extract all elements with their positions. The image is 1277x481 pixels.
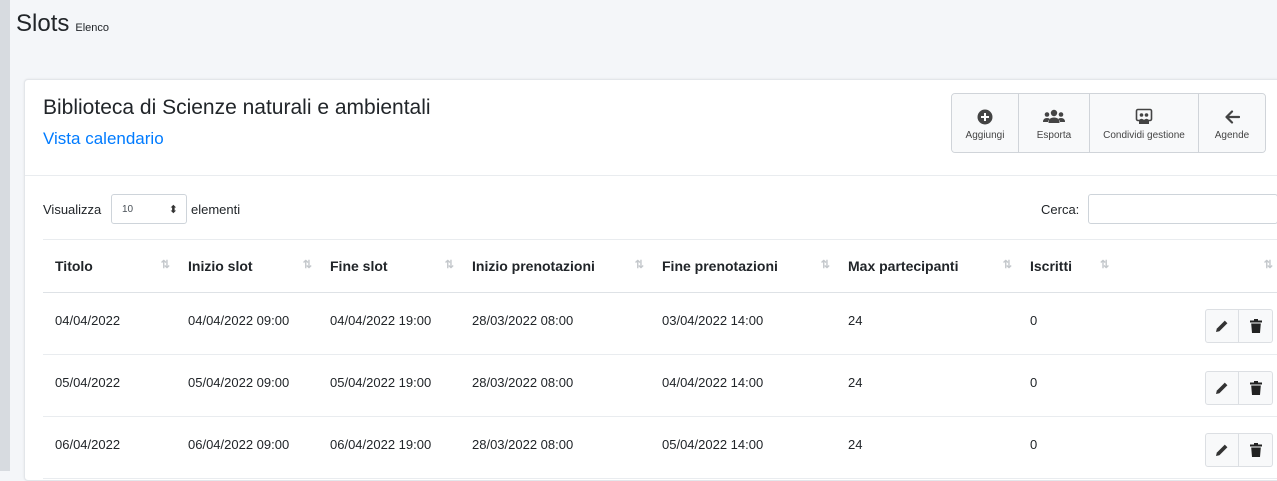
sort-icon: ⇅ <box>302 259 312 271</box>
cell-title: 05/04/2022 <box>43 354 176 417</box>
trash-icon <box>1249 380 1262 395</box>
column-header-slot-start[interactable]: Inizio slot ⇅ <box>176 239 318 293</box>
slots-card: Biblioteca di Scienze naturali e ambient… <box>24 79 1277 481</box>
plus-circle-icon <box>977 106 993 128</box>
cell-slot-start: 05/04/2022 09:00 <box>176 354 318 417</box>
table-controls: Visualizza 10 ⬍ elementi Cerca: <box>25 176 1277 238</box>
page-subtitle: Elenco <box>75 22 109 34</box>
table-row: 05/04/2022 05/04/2022 09:00 05/04/2022 1… <box>43 354 1277 417</box>
page-length-select[interactable]: 10 ⬍ <box>111 194 187 224</box>
column-header-actions[interactable]: ⇅ <box>1117 239 1277 293</box>
sort-icon: ⇅ <box>160 259 170 271</box>
page-length-value: 10 <box>122 203 134 215</box>
table-header-row: Titolo ⇅ Inizio slot ⇅ Fine slot ⇅ Inizio p… <box>43 239 1277 293</box>
search-input[interactable] <box>1088 194 1277 224</box>
cell-max-participants: 24 <box>836 292 1018 355</box>
page-title: Slots <box>16 10 70 37</box>
toolbar: Aggiungi Esporta Condividi gestione Agen… <box>951 93 1266 153</box>
export-button[interactable]: Esporta <box>1019 94 1090 152</box>
arrow-left-icon <box>1224 106 1240 128</box>
cell-title: 06/04/2022 <box>43 416 176 479</box>
cell-booking-end: 03/04/2022 14:00 <box>650 292 836 355</box>
calendar-view-link[interactable]: Vista calendario <box>43 129 164 149</box>
column-header-booking-end[interactable]: Fine prenotazioni ⇅ <box>650 239 836 293</box>
agendas-button-label: Agende <box>1214 129 1250 141</box>
cell-actions <box>1117 416 1277 479</box>
cell-slot-end: 05/04/2022 19:00 <box>318 354 460 417</box>
column-header-title[interactable]: Titolo ⇅ <box>43 239 176 293</box>
cell-slot-end: 06/04/2022 19:00 <box>318 416 460 479</box>
add-button[interactable]: Aggiungi <box>952 94 1019 152</box>
cell-slot-start: 06/04/2022 09:00 <box>176 416 318 479</box>
cell-max-participants: 24 <box>836 354 1018 417</box>
export-button-label: Esporta <box>1036 129 1072 141</box>
cell-booking-start: 28/03/2022 08:00 <box>460 416 650 479</box>
share-icon <box>1135 106 1153 128</box>
sort-icon: ⇅ <box>1002 259 1012 271</box>
cell-actions <box>1117 354 1277 417</box>
table-row: 06/04/2022 06/04/2022 09:00 06/04/2022 1… <box>43 416 1277 479</box>
edit-button[interactable] <box>1205 370 1239 405</box>
page-header: Slots Elenco <box>16 10 109 50</box>
column-header-max-participants[interactable]: Max partecipanti ⇅ <box>836 239 1018 293</box>
pencil-icon <box>1216 320 1228 332</box>
cell-booking-start: 28/03/2022 08:00 <box>460 292 650 355</box>
delete-button[interactable] <box>1239 370 1273 405</box>
cell-slot-end: 04/04/2022 19:00 <box>318 292 460 355</box>
page-length-label: Visualizza <box>43 202 102 217</box>
sort-icon: ⇅ <box>634 259 644 271</box>
edit-button[interactable] <box>1205 308 1239 343</box>
search-label: Cerca: <box>1041 202 1080 217</box>
cell-slot-start: 04/04/2022 09:00 <box>176 292 318 355</box>
cell-title: 04/04/2022 <box>43 292 176 355</box>
cell-max-participants: 24 <box>836 416 1018 479</box>
cell-booking-end: 05/04/2022 14:00 <box>650 416 836 479</box>
add-button-label: Aggiungi <box>965 129 1005 141</box>
slots-table: Titolo ⇅ Inizio slot ⇅ Fine slot ⇅ Inizio p… <box>43 239 1277 479</box>
column-header-enrolled[interactable]: Iscritti ⇅ <box>1018 239 1117 293</box>
table-row: 04/04/2022 04/04/2022 09:00 04/04/2022 1… <box>43 292 1277 355</box>
cell-actions <box>1117 292 1277 355</box>
sidebar-edge <box>0 0 10 471</box>
agendas-button[interactable]: Agende <box>1199 94 1265 152</box>
sort-icon: ⇅ <box>1263 259 1273 271</box>
cell-enrolled: 0 <box>1018 416 1117 479</box>
share-management-button[interactable]: Condividi gestione <box>1090 94 1199 152</box>
column-header-booking-start[interactable]: Inizio prenotazioni ⇅ <box>460 239 650 293</box>
sort-icon: ⇅ <box>444 259 454 271</box>
select-caret-icon: ⬍ <box>168 203 178 216</box>
pencil-icon <box>1216 444 1228 456</box>
edit-button[interactable] <box>1205 432 1239 467</box>
cell-enrolled: 0 <box>1018 292 1117 355</box>
cell-booking-end: 04/04/2022 14:00 <box>650 354 836 417</box>
share-management-label: Condividi gestione <box>1103 129 1185 141</box>
card-header: Biblioteca di Scienze naturali e ambient… <box>25 80 1277 176</box>
elements-label: elementi <box>191 202 241 217</box>
sort-icon: ⇅ <box>820 259 830 271</box>
trash-icon <box>1249 442 1262 457</box>
users-icon <box>1043 106 1065 128</box>
cell-enrolled: 0 <box>1018 354 1117 417</box>
trash-icon <box>1249 318 1262 333</box>
delete-button[interactable] <box>1239 432 1273 467</box>
pencil-icon <box>1216 382 1228 394</box>
delete-button[interactable] <box>1239 308 1273 343</box>
column-header-slot-end[interactable]: Fine slot ⇅ <box>318 239 460 293</box>
library-title: Biblioteca di Scienze naturali e ambient… <box>43 96 431 119</box>
cell-booking-start: 28/03/2022 08:00 <box>460 354 650 417</box>
sort-icon: ⇅ <box>1100 259 1109 271</box>
